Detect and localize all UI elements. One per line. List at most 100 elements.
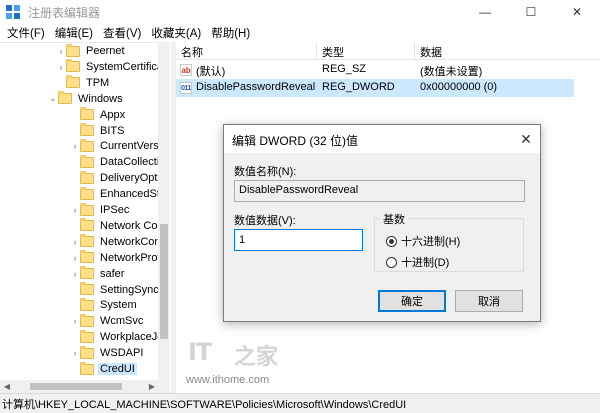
menu-favorites[interactable]: 收藏夹(A)	[146, 25, 206, 41]
value-name: DisablePasswordReveal	[196, 81, 316, 93]
value-data-label: 数值数据(V):	[234, 215, 296, 227]
tree-item-label: WSDAPI	[100, 347, 144, 360]
chevron-right-icon[interactable]: ›	[70, 237, 80, 247]
title-bar: 注册表编辑器 — ☐ ✕	[0, 0, 600, 24]
cancel-button[interactable]: 取消	[455, 290, 523, 312]
tree-horizontal-scroll-thumb[interactable]	[30, 383, 122, 390]
tree-item[interactable]: › NetworkProv	[70, 250, 165, 266]
chevron-right-icon[interactable]: ›	[56, 46, 66, 56]
value-name-field: DisablePasswordReveal	[234, 180, 525, 202]
status-path: 计算机\HKEY_LOCAL_MACHINE\SOFTWARE\Policies…	[2, 398, 407, 411]
tree-item-label: TPM	[86, 76, 110, 89]
chevron-right-icon[interactable]: ›	[56, 62, 66, 72]
tree-item[interactable]: › Peernet	[56, 43, 127, 59]
folder-icon	[80, 186, 94, 200]
dword-value-icon: 011	[180, 82, 192, 94]
tree-item[interactable]: › IPSec	[70, 202, 131, 218]
column-header-name[interactable]: 名称	[181, 44, 203, 60]
tree-item[interactable]: TPM	[56, 75, 111, 91]
maximize-button[interactable]: ☐	[508, 0, 554, 24]
value-name: (默认)	[196, 66, 226, 78]
folder-icon	[66, 59, 80, 73]
scroll-left-arrow-icon[interactable]: ◀	[0, 380, 14, 393]
chevron-right-icon[interactable]: ›	[70, 348, 80, 358]
dialog-close-icon[interactable]: ✕	[516, 129, 536, 149]
tree-item[interactable]: › NetworkConr	[70, 234, 166, 250]
folder-icon	[80, 107, 94, 121]
chevron-right-icon[interactable]: ›	[70, 141, 80, 151]
tree-item[interactable]: CredUI	[70, 361, 137, 377]
menu-file[interactable]: 文件(F)	[2, 25, 50, 41]
tree-vertical-scrollbar[interactable]	[158, 42, 170, 380]
chevron-right-icon[interactable]: ›	[70, 269, 80, 279]
folder-icon	[66, 75, 80, 89]
folder-icon	[80, 218, 94, 232]
status-bar: 计算机\HKEY_LOCAL_MACHINE\SOFTWARE\Policies…	[0, 393, 600, 413]
tree-item[interactable]: › safer	[70, 266, 126, 282]
tree-item[interactable]: Appx	[70, 107, 127, 123]
list-row-disablepasswordreveal[interactable]: 011 DisablePasswordReveal REG_DWORD 0x00…	[176, 79, 574, 97]
close-button[interactable]: ✕	[554, 0, 600, 24]
tree-item[interactable]: › CurrentVersic	[70, 138, 169, 154]
tree-item-label: NetworkConr	[100, 235, 165, 248]
tree-item-label: Network Con	[100, 219, 164, 232]
base-group-label: 基数	[380, 211, 408, 227]
value-data: 0x00000000 (0)	[420, 81, 498, 93]
value-data-input[interactable]	[234, 229, 363, 251]
dialog-title-bar: 编辑 DWORD (32 位)值 ✕	[224, 125, 540, 153]
folder-icon	[80, 250, 94, 264]
tree-item[interactable]: EnhancedStor	[70, 186, 170, 202]
tree-item-label: SettingSync	[100, 283, 159, 296]
menu-view[interactable]: 查看(V)	[98, 25, 146, 41]
radio-hexadecimal[interactable]: 十六进制(H)	[386, 233, 460, 249]
tree-item[interactable]: BITS	[70, 123, 126, 139]
tree-item[interactable]: DeliveryOptin	[70, 170, 168, 186]
tree-item-label: safer	[100, 267, 125, 280]
watermark-url: www.ithome.com	[186, 374, 270, 386]
tree-item-label: CredUI	[98, 363, 137, 375]
registry-tree[interactable]: › Peernet › SystemCertificate TPM ⌄ Windows App…	[0, 42, 170, 393]
tree-item[interactable]: DataCollectio	[70, 154, 167, 170]
tree-item-label: BITS	[100, 124, 125, 137]
scroll-right-arrow-icon[interactable]: ▶	[146, 380, 158, 393]
tree-item-label: Appx	[100, 108, 126, 121]
tree-item[interactable]: › WSDAPI	[70, 345, 145, 361]
folder-icon	[80, 313, 94, 327]
tree-item[interactable]: System	[70, 297, 139, 313]
folder-icon	[80, 170, 94, 184]
tree-vertical-scroll-thumb[interactable]	[160, 224, 168, 339]
folder-icon	[80, 234, 94, 248]
folder-icon	[80, 361, 94, 375]
tree-item[interactable]: WorkplaceJo	[70, 329, 165, 345]
value-type: REG_DWORD	[322, 81, 395, 93]
column-header-type[interactable]: 类型	[322, 44, 344, 60]
list-row-default[interactable]: ab (默认) REG_SZ (数值未设置)	[176, 61, 600, 79]
list-header: 名称 类型 数据	[176, 42, 600, 60]
tree-horizontal-scrollbar[interactable]: ◀ ▶	[0, 380, 170, 393]
menu-help[interactable]: 帮助(H)	[206, 25, 255, 41]
registry-app-icon	[6, 5, 20, 19]
chevron-right-icon[interactable]: ›	[70, 205, 80, 215]
ok-button[interactable]: 确定	[378, 290, 446, 312]
chevron-right-icon[interactable]: ›	[70, 316, 80, 326]
tree-item[interactable]: SettingSync	[70, 282, 161, 298]
folder-icon	[66, 43, 80, 57]
tree-item[interactable]: ⌄ Windows	[48, 91, 125, 107]
tree-item[interactable]: › SystemCertificate	[56, 59, 170, 75]
chevron-right-icon[interactable]: ›	[70, 253, 80, 263]
radio-checked-icon[interactable]	[386, 235, 397, 247]
tree-item[interactable]: Network Con	[70, 218, 166, 234]
chevron-down-icon[interactable]: ⌄	[48, 93, 58, 104]
window-title: 注册表编辑器	[28, 5, 101, 20]
folder-icon	[80, 138, 94, 152]
folder-icon	[80, 345, 94, 359]
folder-icon	[58, 91, 72, 105]
tree-item-label: WorkplaceJo	[100, 331, 164, 344]
tree-item[interactable]: › WcmSvc	[70, 313, 145, 329]
minimize-button[interactable]: —	[462, 0, 508, 24]
column-header-data[interactable]: 数据	[420, 44, 442, 60]
radio-decimal[interactable]: 十进制(D)	[386, 254, 449, 270]
radio-unchecked-icon[interactable]	[386, 256, 397, 268]
menu-edit[interactable]: 编辑(E)	[50, 25, 98, 41]
edit-dword-dialog: 编辑 DWORD (32 位)值 ✕ 数值名称(N): DisablePassw…	[223, 124, 541, 322]
